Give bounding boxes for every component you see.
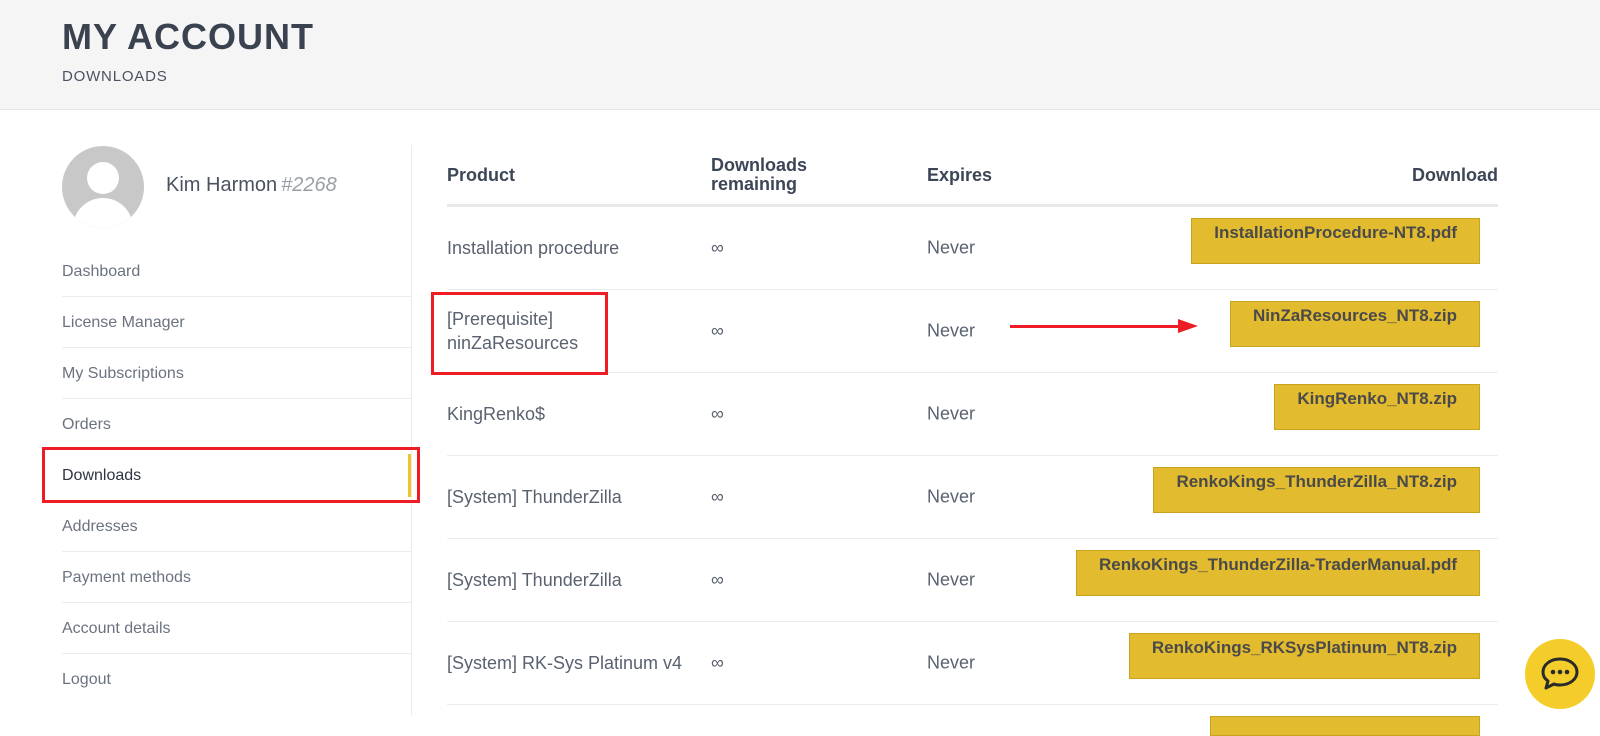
download-button[interactable]: NinZaResources_NT8.zip — [1229, 301, 1480, 347]
column-header-remaining-line1: Downloads — [711, 155, 808, 175]
nav-item-dashboard[interactable]: Dashboard — [62, 246, 412, 297]
download-button-partial[interactable] — [1210, 716, 1480, 736]
user-id: #2268 — [281, 174, 337, 196]
page-header: MY ACCOUNT DOWNLOADS — [0, 0, 1600, 110]
nav-item-orders[interactable]: Orders — [62, 399, 412, 450]
user-name: Kim Harmon #2268 — [166, 174, 337, 197]
chat-button[interactable] — [1525, 639, 1595, 709]
download-button[interactable]: RenkoKings_ThunderZilla-TraderManual.pdf — [1076, 550, 1480, 596]
expires-value: Never — [927, 486, 976, 507]
expires-value: Never — [927, 237, 976, 258]
user-avatar-icon — [62, 146, 144, 228]
nav-item-payment-methods[interactable]: Payment methods — [62, 552, 412, 603]
table-row: KingRenko$ ∞ Never KingRenko_NT8.zip — [447, 373, 1498, 456]
product-name: KingRenko$ — [447, 404, 546, 424]
nav-item-logout[interactable]: Logout — [62, 654, 412, 705]
table-row-partial — [447, 705, 1498, 736]
chat-bubble-icon — [1541, 657, 1579, 690]
expires-value: Never — [927, 569, 976, 590]
table-row: [System] ThunderZilla ∞ Never RenkoKings… — [447, 539, 1498, 622]
nav-item-license-manager[interactable]: License Manager — [62, 297, 412, 348]
downloads-remaining: ∞ — [711, 237, 724, 258]
product-name: [System] RK-Sys Platinum v4 — [447, 653, 683, 673]
nav-item-my-subscriptions[interactable]: My Subscriptions — [62, 348, 412, 399]
page-title: MY ACCOUNT — [62, 16, 314, 57]
annotation-arrow-line — [1010, 325, 1178, 328]
table-row: Installation procedure ∞ Never Installat… — [447, 207, 1498, 290]
column-header-product: Product — [447, 165, 516, 185]
table-header: Product Downloads remaining Expires Down… — [447, 145, 1498, 207]
downloads-remaining: ∞ — [711, 652, 724, 673]
annotation-box-downloads — [42, 447, 420, 503]
user-name-text: Kim Harmon — [166, 174, 278, 196]
download-button[interactable]: InstallationProcedure-NT8.pdf — [1191, 218, 1480, 264]
expires-value: Never — [927, 320, 976, 341]
product-name: Installation procedure — [447, 238, 620, 258]
annotation-box-prerequisite — [431, 292, 608, 375]
sidebar-divider — [411, 145, 412, 716]
downloads-remaining: ∞ — [711, 320, 724, 341]
downloads-remaining: ∞ — [711, 403, 724, 424]
table-row: [System] RK-Sys Platinum v4 ∞ Never Renk… — [447, 622, 1498, 705]
download-button[interactable]: KingRenko_NT8.zip — [1274, 384, 1480, 430]
downloads-remaining: ∞ — [711, 569, 724, 590]
product-name: [System] ThunderZilla — [447, 487, 622, 507]
downloads-table: Product Downloads remaining Expires Down… — [447, 145, 1498, 736]
download-button[interactable]: RenkoKings_ThunderZilla_NT8.zip — [1153, 467, 1480, 513]
product-name: [System] ThunderZilla — [447, 570, 622, 590]
column-header-remaining-line2: remaining — [711, 174, 798, 194]
table-row: [System] ThunderZilla ∞ Never RenkoKings… — [447, 456, 1498, 539]
nav-item-account-details[interactable]: Account details — [62, 603, 412, 654]
account-sidebar: Kim Harmon #2268 Dashboard License Manage… — [62, 110, 412, 716]
column-header-downloads-remaining: Downloads remaining — [711, 156, 807, 194]
annotation-arrow-head-icon — [1178, 319, 1198, 333]
column-header-download: Download — [1412, 165, 1498, 185]
download-button[interactable]: RenkoKings_RKSysPlatinum_NT8.zip — [1128, 633, 1480, 679]
expires-value: Never — [927, 403, 976, 424]
expires-value: Never — [927, 652, 976, 673]
nav-item-addresses[interactable]: Addresses — [62, 501, 412, 552]
column-header-expires: Expires — [927, 165, 993, 185]
page-subtitle: DOWNLOADS — [62, 68, 168, 85]
downloads-remaining: ∞ — [711, 486, 724, 507]
